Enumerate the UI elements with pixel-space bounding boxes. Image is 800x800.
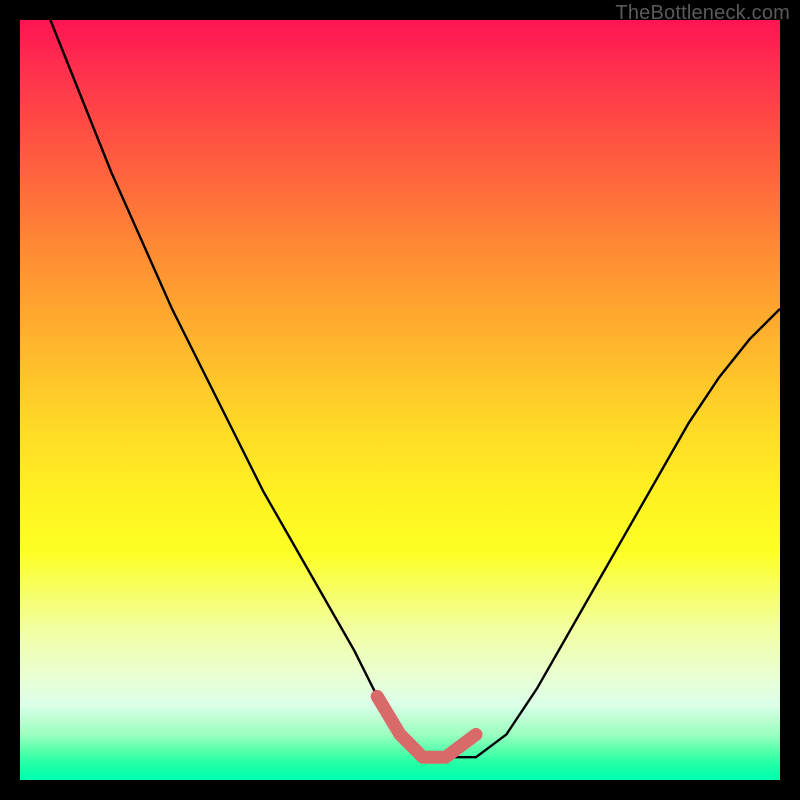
- bottleneck-curve: [50, 20, 780, 757]
- chart-svg: [20, 20, 780, 780]
- plot-area: [20, 20, 780, 780]
- optimal-zone-highlight: [377, 696, 476, 757]
- chart-stage: TheBottleneck.com: [0, 0, 800, 800]
